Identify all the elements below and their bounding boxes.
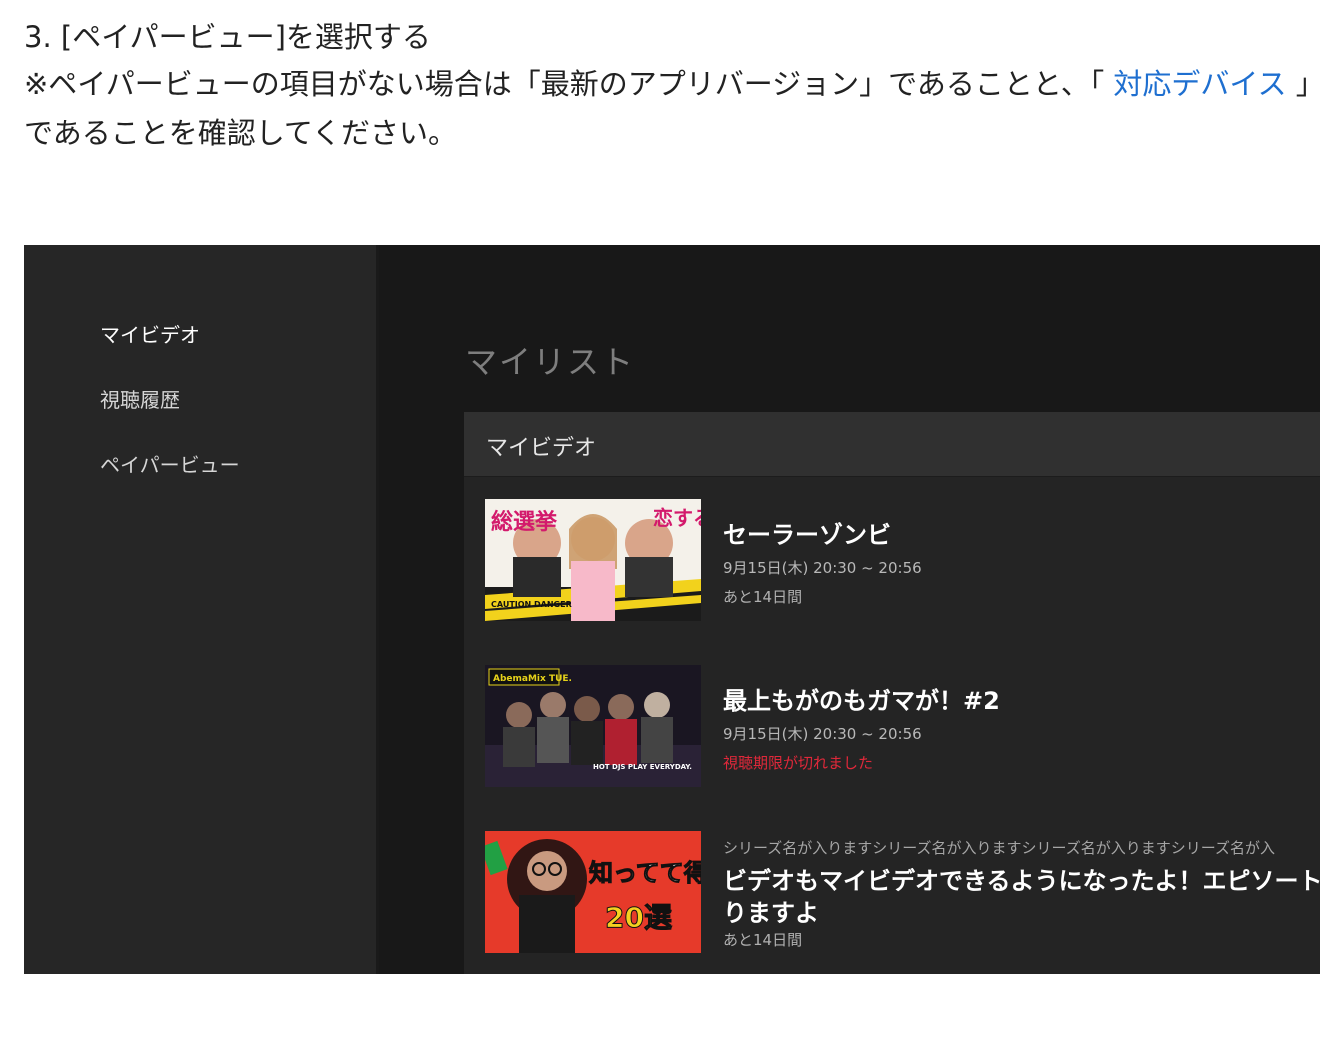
video-title-line2: りますよ xyxy=(723,899,819,927)
sidebar-item-history[interactable]: 視聴履歴 xyxy=(100,384,180,413)
video-time: 9月15日(木) 20:30 ~ 20:56 xyxy=(723,559,922,577)
video-thumbnail[interactable]: AbemaMix TUE. HOT DJS PLAY EVERYDAY. xyxy=(485,665,701,787)
sidebar: マイビデオ 視聴履歴 ペイパービュー xyxy=(24,245,379,974)
thumb-title-a: 恋する xyxy=(653,506,701,530)
panel-header: マイビデオ xyxy=(464,412,1320,477)
video-thumbnail[interactable]: 総選挙 恋する CAUTION DANGER xyxy=(485,499,701,621)
video-title: セーラーゾンビ xyxy=(723,521,891,549)
video-row[interactable]: 総選挙 恋する CAUTION DANGER セーラーゾンビ 9月15日(木) … xyxy=(485,499,1320,621)
note-text: ※ペイパービューの項目がない場合は「最新のアプリバージョン」であることと、「 対… xyxy=(24,60,1324,158)
sidebar-item-pay-per-view[interactable]: ペイパービュー xyxy=(100,449,240,478)
thumb-title-b: 20選 xyxy=(605,901,672,934)
note-text-before: ※ペイパービューの項目がない場合は「最新のアプリバージョン」であることと、「 xyxy=(24,67,1114,101)
main-content: マイリスト マイビデオ 総選挙 恋す CAUTION DANGER セーラーゾン… xyxy=(379,245,1320,974)
thumb-brand: AbemaMix TUE. xyxy=(493,674,572,684)
video-time: 9月15日(木) 20:30 ~ 20:56 xyxy=(723,725,922,743)
video-meta: シリーズ名が入りますシリーズ名が入りますシリーズ名が入りますシリーズ名が入 ビデ… xyxy=(723,831,1320,953)
video-remaining: あと14日間 xyxy=(723,588,803,606)
video-meta: 最上もがのもガマが！#2 9月15日(木) 20:30 ~ 20:56 視聴期限… xyxy=(723,665,1320,787)
video-title: 最上もがのもガマが！#2 xyxy=(723,687,1000,715)
video-row[interactable]: 知ってて得 20選 シリーズ名が入りますシリーズ名が入りますシリーズ名が入ります… xyxy=(485,831,1320,953)
sidebar-item-my-video[interactable]: マイビデオ xyxy=(100,319,200,348)
thumb-caution: CAUTION DANGER xyxy=(491,600,572,609)
video-series-name: シリーズ名が入りますシリーズ名が入りますシリーズ名が入りますシリーズ名が入 xyxy=(723,839,1276,857)
thumb-title-b: 総選挙 xyxy=(491,509,558,535)
my-video-panel: マイビデオ 総選挙 恋す CAUTION DANGER セーラーゾンビ 9月15… xyxy=(464,412,1320,974)
video-expired-status: 視聴期限が切れました xyxy=(723,754,874,772)
section-title: マイリスト xyxy=(465,343,636,381)
video-remaining: あと14日間 xyxy=(723,931,803,949)
thumb-title-a: 知ってて得 xyxy=(589,859,701,887)
video-meta: セーラーゾンビ 9月15日(木) 20:30 ~ 20:56 あと14日間 xyxy=(723,499,1320,621)
instructions: 3. [ペイパービュー]を選択する ※ペイパービューの項目がない場合は「最新のア… xyxy=(24,14,1324,158)
thumb-caption: HOT DJS PLAY EVERYDAY. xyxy=(593,763,692,771)
step-title: 3. [ペイパービュー]を選択する xyxy=(24,20,431,54)
video-row[interactable]: AbemaMix TUE. HOT DJS PLAY EVERYDAY. 最上も… xyxy=(485,665,1320,787)
panel-title: マイビデオ xyxy=(486,436,597,461)
supported-devices-link[interactable]: 対応デバイス xyxy=(1113,67,1286,101)
video-title-line1: ビデオもマイビデオできるようになったよ！エピソート xyxy=(723,867,1320,895)
app-screenshot: マイビデオ 視聴履歴 ペイパービュー マイリスト マイビデオ 総選挙 恋す CA… xyxy=(24,245,1320,974)
video-thumbnail[interactable]: 知ってて得 20選 xyxy=(485,831,701,953)
